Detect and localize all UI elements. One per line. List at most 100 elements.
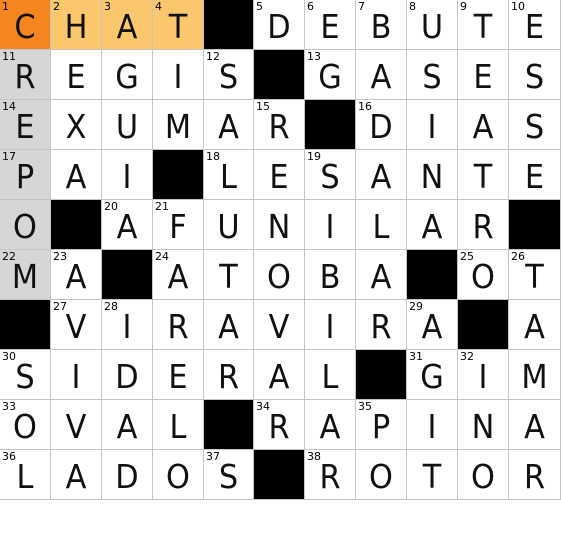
- grid-cell[interactable]: E: [153, 350, 204, 400]
- grid-cell[interactable]: R: [356, 300, 407, 350]
- grid-cell[interactable]: O: [458, 450, 509, 500]
- grid-cell[interactable]: G: [102, 50, 153, 100]
- grid-cell[interactable]: N: [458, 400, 509, 450]
- grid-cell[interactable]: 31 G: [407, 350, 458, 400]
- grid-cell[interactable]: O: [153, 450, 204, 500]
- grid-cell[interactable]: E: [51, 50, 102, 100]
- grid-cell[interactable]: I: [407, 400, 458, 450]
- grid-cell[interactable]: A: [51, 150, 102, 200]
- grid-cell[interactable]: R: [509, 450, 561, 500]
- grid-cell[interactable]: B: [305, 250, 356, 300]
- grid-cell[interactable]: A: [509, 300, 561, 350]
- grid-cell[interactable]: U: [204, 200, 254, 250]
- cell-letter: I: [122, 307, 132, 346]
- grid-cell[interactable]: A: [356, 250, 407, 300]
- grid-cell[interactable]: 6E: [305, 0, 356, 50]
- grid-cell[interactable]: A: [204, 300, 254, 350]
- grid-cell[interactable]: 24 A: [153, 250, 204, 300]
- grid-cell[interactable]: 18 L: [204, 150, 254, 200]
- grid-cell[interactable]: 27 V: [51, 300, 102, 350]
- grid-cell[interactable]: 8U: [407, 0, 458, 50]
- grid-cell[interactable]: L: [305, 350, 356, 400]
- grid-cell[interactable]: A: [458, 100, 509, 150]
- grid-cell[interactable]: 17 P: [0, 150, 51, 200]
- grid-cell[interactable]: A: [204, 100, 254, 150]
- grid-cell[interactable]: I: [51, 350, 102, 400]
- grid-cell[interactable]: 35 P: [356, 400, 407, 450]
- grid-cell[interactable]: D: [102, 350, 153, 400]
- grid-cell[interactable]: 36 L: [0, 450, 51, 500]
- grid-cell[interactable]: 23 A: [51, 250, 102, 300]
- grid-cell[interactable]: A: [305, 400, 356, 450]
- grid-cell[interactable]: T: [407, 450, 458, 500]
- grid-cell[interactable]: 25 O: [458, 250, 509, 300]
- grid-cell[interactable]: 2H: [51, 0, 102, 50]
- grid-cell[interactable]: R: [153, 300, 204, 350]
- grid-cell[interactable]: 32 I: [458, 350, 509, 400]
- grid-cell[interactable]: 16 D: [356, 100, 407, 150]
- grid-cell[interactable]: A: [407, 200, 458, 250]
- grid-cell[interactable]: X: [51, 100, 102, 150]
- grid-cell[interactable]: I: [407, 100, 458, 150]
- grid-cell[interactable]: O: [254, 250, 305, 300]
- grid-cell[interactable]: 22 M: [0, 250, 51, 300]
- grid-cell[interactable]: 33 O: [0, 400, 51, 450]
- grid-cell[interactable]: M: [509, 350, 561, 400]
- grid-cell[interactable]: 4T: [153, 0, 204, 50]
- grid-cell[interactable]: I: [305, 300, 356, 350]
- grid-cell[interactable]: 12 S: [204, 50, 254, 100]
- grid-cell[interactable]: 37 S: [204, 450, 254, 500]
- grid-cell[interactable]: V: [51, 400, 102, 450]
- grid-cell[interactable]: D: [102, 450, 153, 500]
- grid-cell[interactable]: E: [509, 150, 561, 200]
- grid-cell[interactable]: N: [254, 200, 305, 250]
- cell-letter: U: [217, 207, 240, 246]
- grid-cell[interactable]: 13 G: [305, 50, 356, 100]
- grid-cell[interactable]: 3A: [102, 0, 153, 50]
- grid-cell[interactable]: 26 T: [509, 250, 561, 300]
- grid-cell[interactable]: 19 S: [305, 150, 356, 200]
- grid-cell[interactable]: 14 E: [0, 100, 51, 150]
- grid-cell[interactable]: I: [153, 50, 204, 100]
- grid-cell[interactable]: 10 E: [509, 0, 561, 50]
- grid-cell[interactable]: M: [153, 100, 204, 150]
- grid-cell[interactable]: 1C: [0, 0, 51, 50]
- grid-cell[interactable]: S: [509, 50, 561, 100]
- grid-cell[interactable]: 11 R: [0, 50, 51, 100]
- grid-cell[interactable]: 5D: [254, 0, 305, 50]
- grid-cell[interactable]: A: [51, 450, 102, 500]
- grid-cell[interactable]: A: [254, 350, 305, 400]
- grid-cell[interactable]: 21 F: [153, 200, 204, 250]
- grid-cell[interactable]: R: [458, 200, 509, 250]
- grid-cell[interactable]: N: [407, 150, 458, 200]
- grid-cell[interactable]: A: [356, 150, 407, 200]
- grid-cell[interactable]: O: [0, 200, 51, 250]
- grid-cell[interactable]: R: [204, 350, 254, 400]
- grid-cell[interactable]: E: [458, 50, 509, 100]
- grid-cell[interactable]: E: [254, 150, 305, 200]
- grid-cell[interactable]: L: [153, 400, 204, 450]
- grid-cell[interactable]: 29 A: [407, 300, 458, 350]
- grid-cell[interactable]: 15 R: [254, 100, 305, 150]
- grid-cell[interactable]: U: [102, 100, 153, 150]
- grid-cell[interactable]: O: [356, 450, 407, 500]
- cell-letter: G: [318, 57, 342, 96]
- grid-cell[interactable]: L: [356, 200, 407, 250]
- grid-cell[interactable]: I: [305, 200, 356, 250]
- grid-cell[interactable]: A: [102, 400, 153, 450]
- grid-cell[interactable]: I: [102, 150, 153, 200]
- grid-cell[interactable]: 30 S: [0, 350, 51, 400]
- grid-cell[interactable]: 7B: [356, 0, 407, 50]
- grid-cell[interactable]: 28 I: [102, 300, 153, 350]
- grid-cell[interactable]: V: [254, 300, 305, 350]
- grid-cell[interactable]: T: [204, 250, 254, 300]
- grid-cell[interactable]: A: [509, 400, 561, 450]
- grid-cell[interactable]: 20 A: [102, 200, 153, 250]
- grid-cell[interactable]: S: [509, 100, 561, 150]
- grid-cell[interactable]: T: [458, 150, 509, 200]
- grid-cell[interactable]: A: [356, 50, 407, 100]
- grid-cell[interactable]: 38 R: [305, 450, 356, 500]
- grid-cell[interactable]: 34 R: [254, 400, 305, 450]
- grid-cell[interactable]: 9T: [458, 0, 509, 50]
- grid-cell[interactable]: S: [407, 50, 458, 100]
